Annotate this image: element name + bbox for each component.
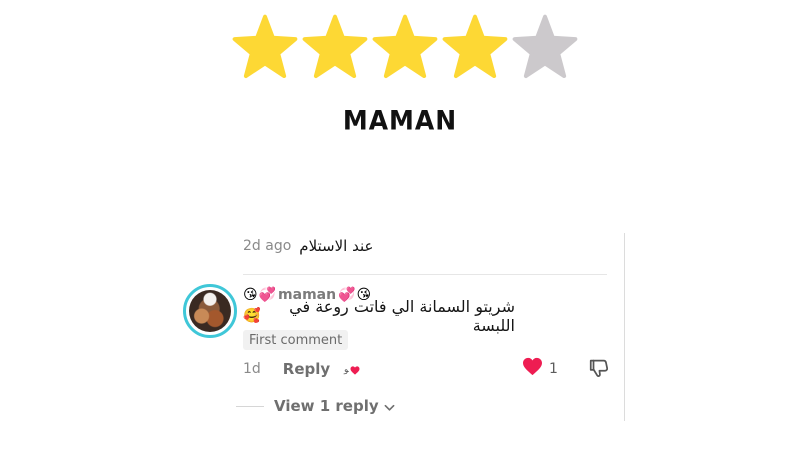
comment-body: 🥰 شريتو السمانة الي فاتت روعة في اللبسة	[243, 297, 515, 335]
previous-comment-meta: 2d ago عند الاستلام	[243, 233, 373, 259]
heart-icon[interactable]	[522, 357, 543, 380]
chevron-down-icon	[384, 397, 395, 416]
previous-comment-time: 2d ago	[243, 238, 292, 254]
kiss-emoji-icon: 😘	[243, 287, 258, 303]
first-comment-badge: First comment	[243, 330, 349, 350]
creator-liked: ﻮ	[344, 362, 360, 378]
star-empty-icon	[512, 14, 578, 80]
thumbs-down-icon[interactable]	[588, 359, 610, 383]
creator-liked-heart-icon	[350, 365, 360, 375]
reply-button[interactable]: Reply	[283, 360, 330, 378]
like-count: 1	[549, 360, 558, 377]
comment-actions: 1d Reply	[243, 358, 330, 380]
star-icon	[442, 14, 508, 80]
dislike-button[interactable]	[588, 357, 610, 383]
star-icon	[372, 14, 438, 80]
star-icon	[232, 14, 298, 80]
creator-avatar-icon: ﻮ	[344, 365, 349, 375]
vertical-divider	[624, 233, 625, 421]
smiling-hearts-emoji-icon: 🥰	[243, 308, 261, 324]
star-rating	[232, 14, 578, 80]
view-replies-button[interactable]: View 1 reply	[236, 395, 395, 417]
view-replies-label[interactable]: View 1 reply	[274, 397, 379, 415]
review-card: MAMAN 2d ago عند الاستلام 😘 💞 maman 💞 😘 …	[0, 0, 800, 467]
like-button[interactable]: 1	[522, 357, 558, 380]
previous-comment-text: عند الاستلام	[299, 237, 374, 255]
comment-time: 1d	[243, 361, 261, 377]
replies-divider	[236, 405, 264, 407]
avatar[interactable]	[183, 284, 237, 338]
avatar-image	[189, 290, 231, 332]
reviewer-title: MAMAN	[342, 105, 458, 136]
star-icon	[302, 14, 368, 80]
comment-divider	[243, 274, 607, 275]
